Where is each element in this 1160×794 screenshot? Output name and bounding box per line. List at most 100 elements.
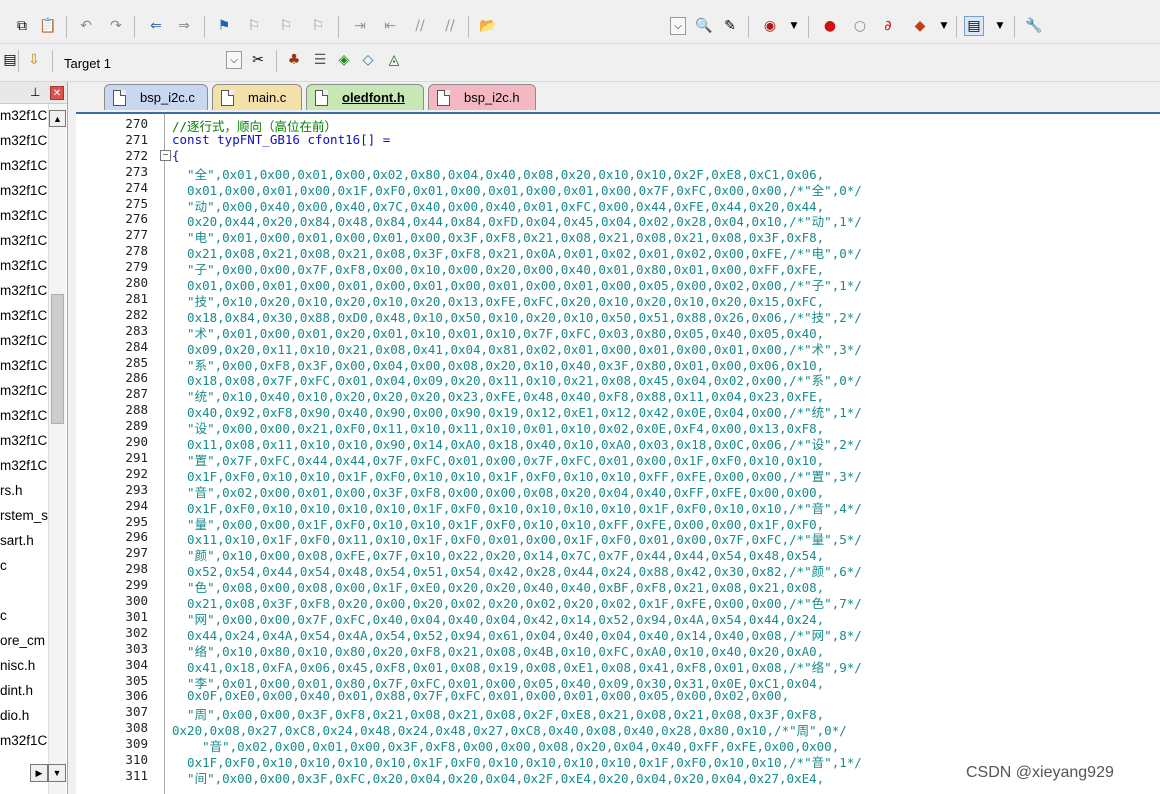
project-file-item[interactable]: ore_cm [0, 633, 45, 658]
project-file-item[interactable]: m32f1C [0, 408, 47, 433]
scroll-thumb[interactable] [51, 294, 64, 424]
window-layout-icon[interactable]: ▤ [964, 16, 984, 36]
line-number: 307 [125, 704, 148, 720]
line-number: 309 [125, 736, 148, 752]
project-scrollbar[interactable]: ▲ [48, 104, 66, 794]
code-line[interactable]: const typFNT_GB16 cfont16[] = [172, 132, 390, 147]
project-file-item[interactable]: m32f1C [0, 233, 47, 258]
find-icon[interactable]: 🔍 [694, 16, 714, 36]
next-bookmark-icon[interactable]: ⚐ [276, 16, 296, 36]
code-editor[interactable]: 270 271 272 273 274 275 276 277 278 279 280 281 282 2… [76, 112, 1160, 794]
manage-components-icon[interactable]: ♣ [284, 50, 304, 70]
tab-bsp-i2c-c[interactable]: bsp_i2c.c [104, 84, 208, 110]
uncomment-icon[interactable]: // [440, 16, 460, 36]
project-file-item[interactable]: c [0, 558, 7, 583]
project-file-item[interactable]: m32f1C [0, 333, 47, 358]
project-file-item[interactable]: sart.h [0, 533, 34, 558]
project-file-item[interactable]: c [0, 608, 7, 633]
project-file-item[interactable]: dio.h [0, 708, 29, 733]
target-select-value[interactable]: Target 1 [64, 56, 111, 71]
project-file-item[interactable]: m32f1C [0, 358, 47, 383]
project-file-item[interactable]: nisc.h [0, 658, 35, 683]
scroll-right-icon[interactable]: ▶ [30, 764, 48, 782]
comment-icon[interactable]: // [410, 16, 430, 36]
line-number: 296 [125, 529, 148, 545]
line-number: 290 [125, 434, 148, 449]
paste-icon[interactable]: 📋 [38, 16, 58, 36]
target-options-icon[interactable]: ✂ [248, 50, 268, 70]
project-file-item[interactable]: m32f1C [0, 133, 47, 158]
project-file-item[interactable]: rs.h [0, 483, 23, 508]
breakpoint-icon[interactable]: ● [820, 16, 840, 36]
code-line[interactable]: { [172, 148, 180, 163]
chevron-down-icon[interactable]: ▼ [934, 16, 954, 36]
kill-breakpoints-icon[interactable]: ∂ [878, 16, 898, 36]
project-file-item[interactable]: m32f1C [0, 733, 47, 758]
toolbar-separator [276, 50, 277, 72]
project-file-item[interactable]: m32f1C [0, 283, 47, 308]
dropdown-icon[interactable]: ⌵ [670, 17, 686, 35]
fold-toggle-icon[interactable]: − [160, 150, 171, 161]
project-file-item[interactable]: m32f1C [0, 183, 47, 208]
line-number: 306 [125, 688, 148, 704]
manage-run-time-icon[interactable]: ◬ [384, 50, 404, 70]
project-file-item[interactable]: m32f1C [0, 433, 47, 458]
clear-bookmarks-icon[interactable]: ⚐ [308, 16, 328, 36]
line-number: 273 [125, 163, 148, 179]
tab-bsp-i2c-h[interactable]: bsp_i2c.h [428, 84, 536, 110]
prev-bookmark-icon[interactable]: ⚐ [244, 16, 264, 36]
build-toolbar: ▤ ⇩ Target 1 ⌵ ✂ ♣ ☰ ◈ ◇ ◬ [0, 44, 1160, 82]
chevron-down-icon[interactable]: ▼ [990, 16, 1010, 36]
code-line[interactable]: "间",0x00,0x00,0x3F,0xFC,0x20,0x04,0x20,0… [172, 768, 824, 787]
disable-breakpoint-icon[interactable]: ○ [850, 16, 870, 36]
bookmark-icon[interactable]: ⚑ [214, 16, 234, 36]
find-in-files-icon[interactable]: 📂 [478, 16, 498, 36]
project-file-item[interactable]: m32f1C [0, 458, 47, 483]
trace-icon[interactable]: ◆ [910, 16, 930, 36]
file-extensions-icon[interactable]: ☰ [310, 50, 330, 70]
scroll-up-icon[interactable]: ▲ [49, 110, 66, 127]
redo-icon[interactable]: ↷ [106, 16, 126, 36]
target-dropdown-icon[interactable]: ⌵ [226, 51, 242, 69]
edit-toolbar: ⧉ 📋 ↶ ↷ ⇐ ⇒ ⚑ ⚐ ⚐ ⚐ ⇥ ⇤ // // 📂 ⌵ 🔍 ✎ ◉ … [0, 10, 1160, 44]
line-number: 308 [125, 720, 148, 736]
line-number: 285 [125, 354, 148, 370]
unindent-icon[interactable]: ⇤ [380, 16, 400, 36]
scroll-down-icon[interactable]: ▼ [48, 764, 66, 782]
toolbar-separator [748, 16, 749, 38]
project-file-item[interactable]: m32f1C [0, 158, 47, 183]
tab-main-c[interactable]: main.c [212, 84, 302, 110]
debug-icon[interactable]: ◉ [760, 16, 780, 36]
line-number: 275 [125, 195, 148, 211]
project-file-item[interactable]: rstem_s [0, 508, 48, 533]
load-icon[interactable]: ⇩ [24, 50, 44, 70]
close-icon[interactable]: ✕ [50, 86, 64, 100]
navigate-back-icon[interactable]: ⇐ [146, 16, 166, 36]
project-file-item[interactable]: m32f1C [0, 308, 47, 333]
line-number: 291 [125, 449, 148, 465]
undo-icon[interactable]: ↶ [76, 16, 96, 36]
fold-margin [164, 114, 165, 794]
project-file-item[interactable]: dint.h [0, 683, 33, 708]
project-file-item[interactable]: m32f1C [0, 208, 47, 233]
chevron-down-icon[interactable]: ▼ [784, 16, 804, 36]
navigate-forward-icon[interactable]: ⇒ [174, 16, 194, 36]
project-file-item[interactable]: m32f1C [0, 258, 47, 283]
horizontal-scroll-buttons: ▶ ▼ [30, 764, 66, 782]
line-number: 272 [125, 147, 148, 163]
rebuild-icon[interactable]: ▤ [0, 50, 20, 70]
project-file-item[interactable]: m32f1C [0, 108, 47, 133]
tab-oledfont-h[interactable]: oledfont.h [306, 84, 424, 110]
project-file-item[interactable]: m32f1C [0, 383, 47, 408]
replace-icon[interactable]: ✎ [720, 16, 740, 36]
select-packs-icon[interactable]: ◇ [358, 50, 378, 70]
indent-icon[interactable]: ⇥ [350, 16, 370, 36]
pack-installer-icon[interactable]: ◈ [334, 50, 354, 70]
line-number: 279 [125, 259, 148, 275]
pin-icon[interactable]: ⊥ [30, 85, 40, 99]
line-number: 271 [125, 131, 148, 147]
tab-label: bsp_i2c.h [464, 90, 520, 105]
copy-icon[interactable]: ⧉ [12, 16, 32, 36]
configure-icon[interactable]: 🔧 [1024, 16, 1044, 36]
code-line[interactable]: 0x0F,0xE0,0x00,0x40,0x01,0x88,0x7F,0xFC,… [172, 688, 789, 703]
